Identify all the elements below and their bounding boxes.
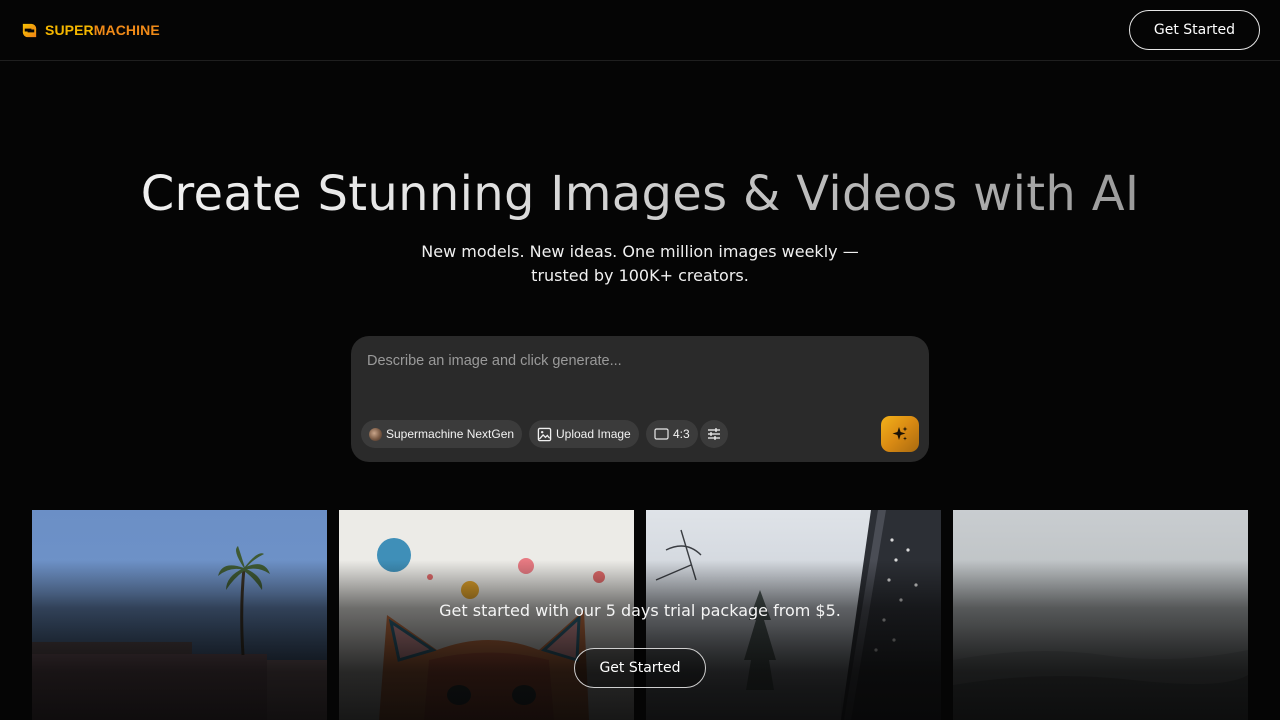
prompt-input[interactable]	[367, 350, 907, 372]
header-get-started-button[interactable]: Get Started	[1128, 10, 1260, 50]
image-icon	[537, 427, 552, 441]
hero-subtitle: New models. New ideas. One million image…	[421, 242, 859, 285]
bottom-fade-overlay	[0, 560, 1280, 720]
trial-text: Get started with our 5 days trial packag…	[439, 601, 841, 620]
page: SUPERMACHINE Get Started Create Stunning…	[0, 0, 1280, 720]
aspect-ratio-icon	[654, 428, 669, 440]
generate-button[interactable]	[881, 416, 919, 452]
trial-get-started-button[interactable]: Get Started	[574, 648, 706, 688]
top-header: SUPERMACHINE Get Started	[0, 0, 1280, 61]
model-label: Supermachine NextGen	[386, 427, 515, 441]
model-selector-button[interactable]: Supermachine NextGen	[361, 420, 523, 448]
logo-text-super: SUPER	[45, 22, 94, 38]
upload-label: Upload Image	[556, 427, 631, 441]
aspect-ratio-label: 4:3	[673, 427, 690, 441]
supermachine-logo-icon	[22, 23, 37, 37]
sliders-icon	[708, 428, 720, 440]
prompt-box: Supermachine NextGen Upload Image 4:3	[351, 336, 929, 462]
logo-text-machine: MACHINE	[93, 22, 160, 38]
settings-button[interactable]	[700, 420, 728, 448]
upload-image-button[interactable]: Upload Image	[529, 420, 639, 448]
sparkle-icon	[892, 426, 908, 441]
logo[interactable]: SUPERMACHINE	[20, 21, 160, 40]
model-avatar	[369, 427, 382, 441]
aspect-ratio-button[interactable]: 4:3	[646, 420, 698, 448]
logo-text: SUPERMACHINE	[45, 22, 160, 38]
hero-title: Create Stunning Images & Videos with AI	[0, 166, 1280, 222]
